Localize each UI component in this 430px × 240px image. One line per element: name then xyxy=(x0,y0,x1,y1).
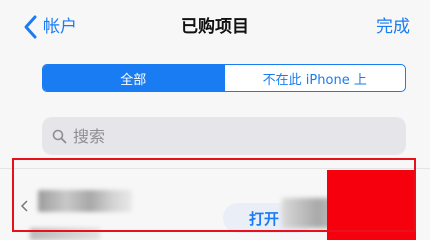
open-button-label: 打开 xyxy=(249,209,280,228)
divider xyxy=(0,168,430,169)
search-input[interactable] xyxy=(71,125,375,147)
app-name-redacted xyxy=(38,190,132,212)
app-subtitle-redacted xyxy=(30,228,100,240)
search-bar[interactable] xyxy=(42,117,406,155)
done-button[interactable]: 完成 xyxy=(376,13,410,41)
segment-not-on-device[interactable]: 不在此 iPhone 上 xyxy=(223,65,406,91)
search-icon xyxy=(52,129,67,143)
segmented-control: 全部 不在此 iPhone 上 xyxy=(42,64,406,92)
chevron-left-icon xyxy=(20,200,28,212)
page-title: 已购项目 xyxy=(181,17,249,37)
navigation-bar: 帐户 已购项目 完成 xyxy=(0,0,430,54)
segment-all[interactable]: 全部 xyxy=(43,65,224,91)
redaction-patch xyxy=(327,170,416,240)
